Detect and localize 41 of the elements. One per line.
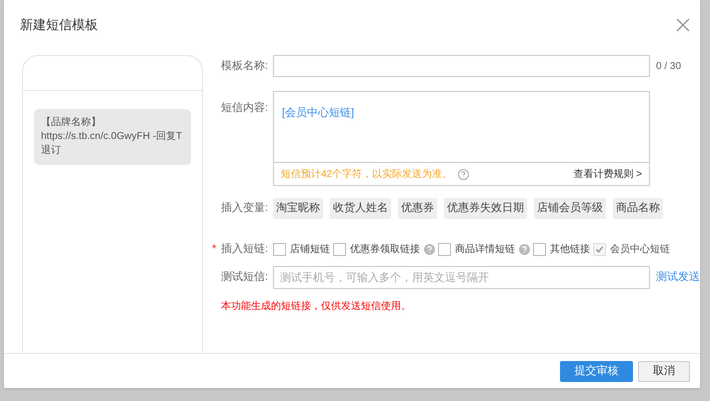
estimate-text: 短信预计42个字符，以实际发送为准。 [281, 168, 452, 182]
help-icon [458, 168, 470, 180]
checkbox-label: 店铺短链 [290, 242, 330, 256]
character-counter: 0 / 30 [656, 60, 682, 74]
short-link-token: [会员中心短链] [282, 107, 354, 119]
dialog-title: 新建短信模板 [20, 16, 98, 34]
field-label: 插入变量: [221, 200, 268, 216]
message-text: 退订 [41, 144, 62, 158]
required-mark: * [212, 242, 216, 257]
message-text: https://s.tb.cn/c.0GwyFH -回复T [41, 130, 184, 144]
check-icon [595, 244, 604, 254]
field-label: 短信内容: [221, 102, 268, 114]
checkbox[interactable] [333, 242, 346, 256]
field-label: 模板名称: [221, 58, 268, 74]
field-label: 测试短信: [221, 270, 268, 286]
message-text: 【品牌名称】 [41, 116, 102, 130]
checkbox-label: 其他链接 [550, 242, 590, 256]
field-label: 插入短链: [221, 242, 268, 257]
variable-chip[interactable]: 淘宝昵称 [273, 198, 323, 219]
template-name-field[interactable] [273, 55, 650, 77]
checkbox-label: 优惠券领取链接 [350, 242, 420, 256]
checkbox[interactable] [438, 242, 451, 256]
content-field[interactable]: [会员中心短链] 短信预计42个字符，以实际发送为准。 查看计费规则 > [273, 91, 650, 186]
billing-rules-link[interactable]: 查看计费规则 > [573, 166, 642, 182]
variable-chip[interactable]: 优惠券失效日期 [444, 198, 527, 219]
checkbox-label: 会员中心短链 [610, 242, 670, 256]
checkbox[interactable] [273, 242, 286, 256]
variable-chip[interactable]: 优惠券 [398, 198, 437, 219]
variable-chip[interactable]: 商品名称 [613, 198, 663, 219]
close-icon[interactable] [676, 18, 690, 32]
phone-number-field[interactable]: 测试手机号，可输入多个，用英文逗号隔开 [273, 266, 650, 289]
cancel-button[interactable]: 取消 [638, 360, 690, 382]
notice-text: 本功能生成的短链接，仅供发送短信使用。 [221, 300, 412, 314]
checkbox[interactable] [533, 242, 546, 256]
test-send-link[interactable]: 测试发送 [656, 269, 700, 286]
help-icon [519, 244, 530, 254]
checkbox-label: 商品详情短链 [455, 242, 515, 256]
variable-chip[interactable]: 店铺会员等级 [534, 198, 606, 219]
variable-chip[interactable]: 收货人姓名 [330, 198, 391, 219]
submit-button[interactable]: 提交审核 [560, 360, 633, 382]
help-icon [424, 244, 435, 254]
